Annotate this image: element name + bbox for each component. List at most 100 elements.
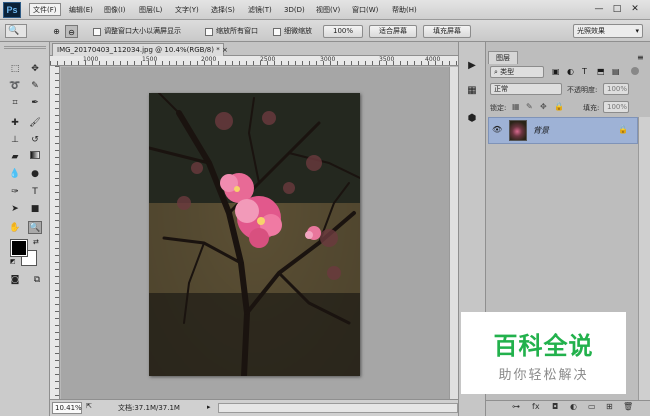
zoom-tool-icon: 🔍 bbox=[8, 26, 20, 36]
quick-selection-tool-icon[interactable]: ✎ bbox=[28, 80, 42, 93]
menu-3d[interactable]: 3D(D) bbox=[284, 4, 305, 17]
brush-tool-icon[interactable]: 🖌 bbox=[28, 117, 42, 130]
smart-object-filter-icon[interactable]: ▤ bbox=[612, 67, 620, 76]
menu-help[interactable]: 帮助(H) bbox=[392, 4, 417, 17]
marquee-tool-icon[interactable]: ⬚ bbox=[8, 63, 22, 76]
actual-pixels-button[interactable]: 100% bbox=[323, 25, 363, 38]
fill-field[interactable]: 100% bbox=[603, 101, 629, 113]
minimize-button[interactable]: — bbox=[592, 3, 606, 16]
blend-mode-label: 正常 bbox=[494, 85, 508, 93]
hand-tool-icon[interactable]: ✋ bbox=[8, 222, 22, 235]
document-tab[interactable]: IMG_20170403_112034.jpg @ 10.4%(RGB/8) *… bbox=[52, 43, 228, 56]
screen-mode-icon[interactable]: ⧉ bbox=[30, 274, 44, 287]
menu-select[interactable]: 选择(S) bbox=[211, 4, 235, 17]
resize-windows-label: 调整窗口大小以满屏显示 bbox=[104, 27, 181, 35]
vertical-ruler[interactable] bbox=[50, 66, 60, 399]
zoom-in-icon[interactable]: ⊕ bbox=[50, 25, 63, 38]
tool-preset-picker[interactable]: 🔍 bbox=[5, 24, 27, 38]
delete-layer-icon[interactable]: 🗑 bbox=[623, 402, 633, 411]
zoom-out-icon[interactable]: ⊖ bbox=[65, 25, 78, 38]
move-tool-icon[interactable]: ✥ bbox=[28, 63, 42, 76]
menu-type[interactable]: 文字(Y) bbox=[175, 4, 199, 17]
ruler-label: 1000 bbox=[83, 56, 99, 63]
fx-icon[interactable]: fx bbox=[532, 402, 540, 411]
menu-image[interactable]: 图像(I) bbox=[104, 4, 126, 17]
blend-mode-select[interactable]: 正常 bbox=[490, 83, 562, 95]
foreground-color-swatch-front[interactable] bbox=[10, 239, 28, 257]
ruler-label: 1500 bbox=[142, 56, 158, 63]
healing-brush-tool-icon[interactable]: ✚ bbox=[8, 117, 22, 130]
shape-filter-icon[interactable]: ⬒ bbox=[597, 67, 605, 76]
adjustment-filter-icon[interactable]: ◐ bbox=[567, 67, 574, 76]
default-colors-icon[interactable]: ◩ bbox=[10, 258, 16, 265]
pixel-filter-icon[interactable]: ▣ bbox=[552, 67, 560, 76]
opacity-field[interactable]: 100% bbox=[603, 83, 629, 95]
fill-screen-button[interactable]: 填充屏幕 bbox=[423, 25, 471, 38]
tools-panel-grip[interactable] bbox=[4, 46, 46, 49]
menu-window[interactable]: 窗口(W) bbox=[352, 4, 378, 17]
menu-view[interactable]: 视图(V) bbox=[316, 4, 340, 17]
eraser-tool-icon[interactable]: ▰ bbox=[8, 151, 22, 164]
type-filter-icon[interactable]: T bbox=[582, 67, 587, 76]
fit-screen-button[interactable]: 适合屏幕 bbox=[369, 25, 417, 38]
eye-icon[interactable]: 👁 bbox=[492, 125, 502, 134]
zoom-all-checkbox[interactable] bbox=[205, 28, 213, 36]
horizontal-ruler[interactable]: 1000 1500 2000 2500 3000 3500 4000 bbox=[50, 56, 458, 66]
type-tool-icon[interactable]: T bbox=[28, 186, 42, 199]
menu-layer[interactable]: 图层(L) bbox=[139, 4, 162, 17]
path-selection-tool-icon[interactable]: ➤ bbox=[8, 203, 22, 216]
swap-colors-icon[interactable]: ⇄ bbox=[33, 238, 39, 246]
quick-mask-icon[interactable]: ◙ bbox=[8, 274, 22, 287]
filter-toggle-icon[interactable] bbox=[631, 67, 639, 75]
canvas-photo[interactable] bbox=[149, 93, 360, 376]
watermark-title: 百科全说 bbox=[493, 332, 594, 360]
lock-all-icon[interactable]: 🔒 bbox=[554, 102, 564, 111]
3d-cube-icon[interactable]: ⬢ bbox=[463, 111, 481, 127]
ruler-label: 2500 bbox=[260, 56, 276, 63]
close-tab-icon[interactable]: × bbox=[222, 46, 228, 54]
lock-position-icon[interactable]: ✥ bbox=[540, 102, 547, 111]
history-brush-tool-icon[interactable]: ↺ bbox=[28, 134, 42, 147]
zoom-level-field[interactable]: 10.41% bbox=[52, 402, 82, 414]
lock-label: 锁定: bbox=[490, 104, 507, 112]
share-icon[interactable]: ⇱ bbox=[86, 402, 92, 410]
eyedropper-tool-icon[interactable]: ✒ bbox=[28, 97, 42, 110]
menu-filter[interactable]: 滤镜(T) bbox=[248, 4, 272, 17]
layer-kind-filter[interactable]: ⌕ 类型 bbox=[490, 66, 544, 78]
gradient-tool-icon[interactable] bbox=[28, 151, 42, 164]
plum-blossom-photo bbox=[149, 93, 360, 376]
close-window-button[interactable]: ✕ bbox=[628, 3, 642, 16]
resize-windows-checkbox[interactable] bbox=[93, 28, 101, 36]
mask-icon[interactable]: ◘ bbox=[552, 402, 558, 411]
crop-tool-icon[interactable]: ⌗ bbox=[8, 97, 22, 110]
dodge-tool-icon[interactable]: ● bbox=[28, 168, 42, 181]
layer-name[interactable]: 背景 bbox=[533, 125, 549, 136]
blur-tool-icon[interactable]: 💧 bbox=[8, 168, 22, 181]
menu-edit[interactable]: 编辑(E) bbox=[69, 4, 93, 17]
adjustment-layer-icon[interactable]: ◐ bbox=[570, 402, 577, 411]
scrubby-zoom-checkbox[interactable] bbox=[273, 28, 281, 36]
new-group-icon[interactable]: ▭ bbox=[588, 402, 596, 411]
lasso-tool-icon[interactable]: ➰ bbox=[8, 80, 22, 93]
play-icon[interactable]: ▶ bbox=[463, 58, 481, 74]
workspace-switcher[interactable]: 光照效果 ▾ bbox=[573, 24, 643, 38]
restore-button[interactable]: □ bbox=[610, 3, 624, 16]
tab-layers[interactable]: 图层 bbox=[488, 51, 518, 64]
panel-menu-icon[interactable]: ≡ bbox=[637, 53, 644, 62]
vertical-scrollbar[interactable] bbox=[449, 67, 458, 399]
watermark-subtitle: 助你轻松解决 bbox=[498, 368, 589, 383]
pen-tool-icon[interactable]: ✑ bbox=[8, 186, 22, 199]
lock-pixels-icon[interactable]: ✎ bbox=[526, 102, 533, 111]
clone-stamp-tool-icon[interactable]: ⊥ bbox=[8, 134, 22, 147]
document-info[interactable]: 文档:37.1M/37.1M bbox=[118, 403, 180, 413]
status-menu-arrow-icon[interactable]: ▸ bbox=[207, 403, 211, 411]
lock-transparency-icon[interactable]: ▦ bbox=[512, 102, 520, 111]
zoom-tool-active-icon[interactable]: 🔍 bbox=[28, 221, 42, 234]
new-layer-icon[interactable]: ⊞ bbox=[606, 402, 613, 411]
link-layers-icon[interactable]: ⊶ bbox=[512, 402, 520, 411]
menu-file[interactable]: 文件(F) bbox=[29, 3, 61, 16]
rectangle-tool-icon[interactable]: ■ bbox=[28, 203, 42, 216]
layers-scrollbar[interactable] bbox=[638, 117, 650, 400]
horizontal-scrollbar[interactable] bbox=[218, 403, 458, 413]
histogram-icon[interactable]: ▦ bbox=[463, 83, 481, 99]
